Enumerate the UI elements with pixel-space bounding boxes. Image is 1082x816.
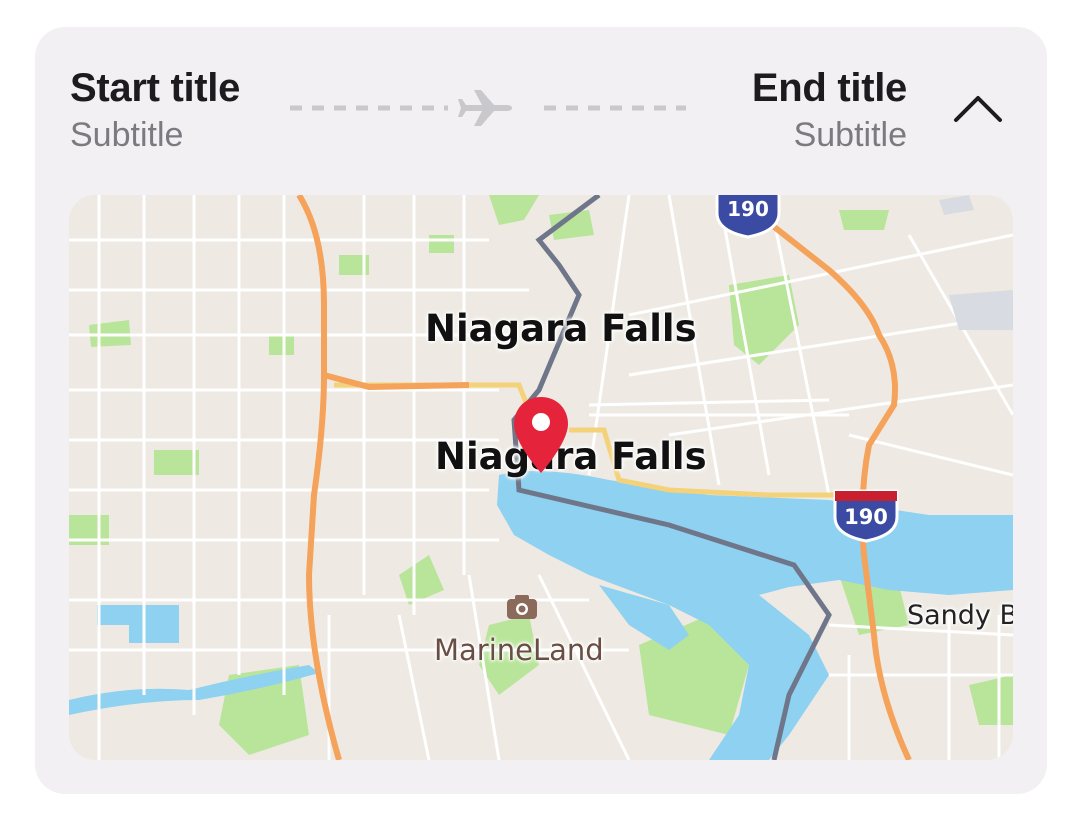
map-label-city-lower: Niagara Falls (435, 435, 707, 478)
interstate-shield-top: 190 (713, 195, 783, 239)
camera-icon[interactable] (505, 593, 539, 621)
end-title: End title (751, 66, 907, 110)
airplane-icon (458, 90, 512, 126)
end-subtitle: Subtitle (793, 116, 907, 154)
start-title: Start title (70, 66, 241, 110)
chevron-up-icon (954, 96, 1002, 122)
map-view[interactable]: Niagara Falls Niagara Falls MarineLand S… (69, 195, 1013, 760)
map-label-city-upper: Niagara Falls (425, 307, 697, 350)
map-label-town: Sandy B (907, 600, 1013, 631)
collapse-button[interactable] (950, 88, 1006, 132)
interstate-shield-right: 190 (831, 487, 901, 543)
start-subtitle: Subtitle (70, 116, 184, 154)
location-pin-icon[interactable] (512, 395, 570, 475)
route-connector (290, 90, 686, 126)
map-label-poi: MarineLand (434, 633, 604, 667)
